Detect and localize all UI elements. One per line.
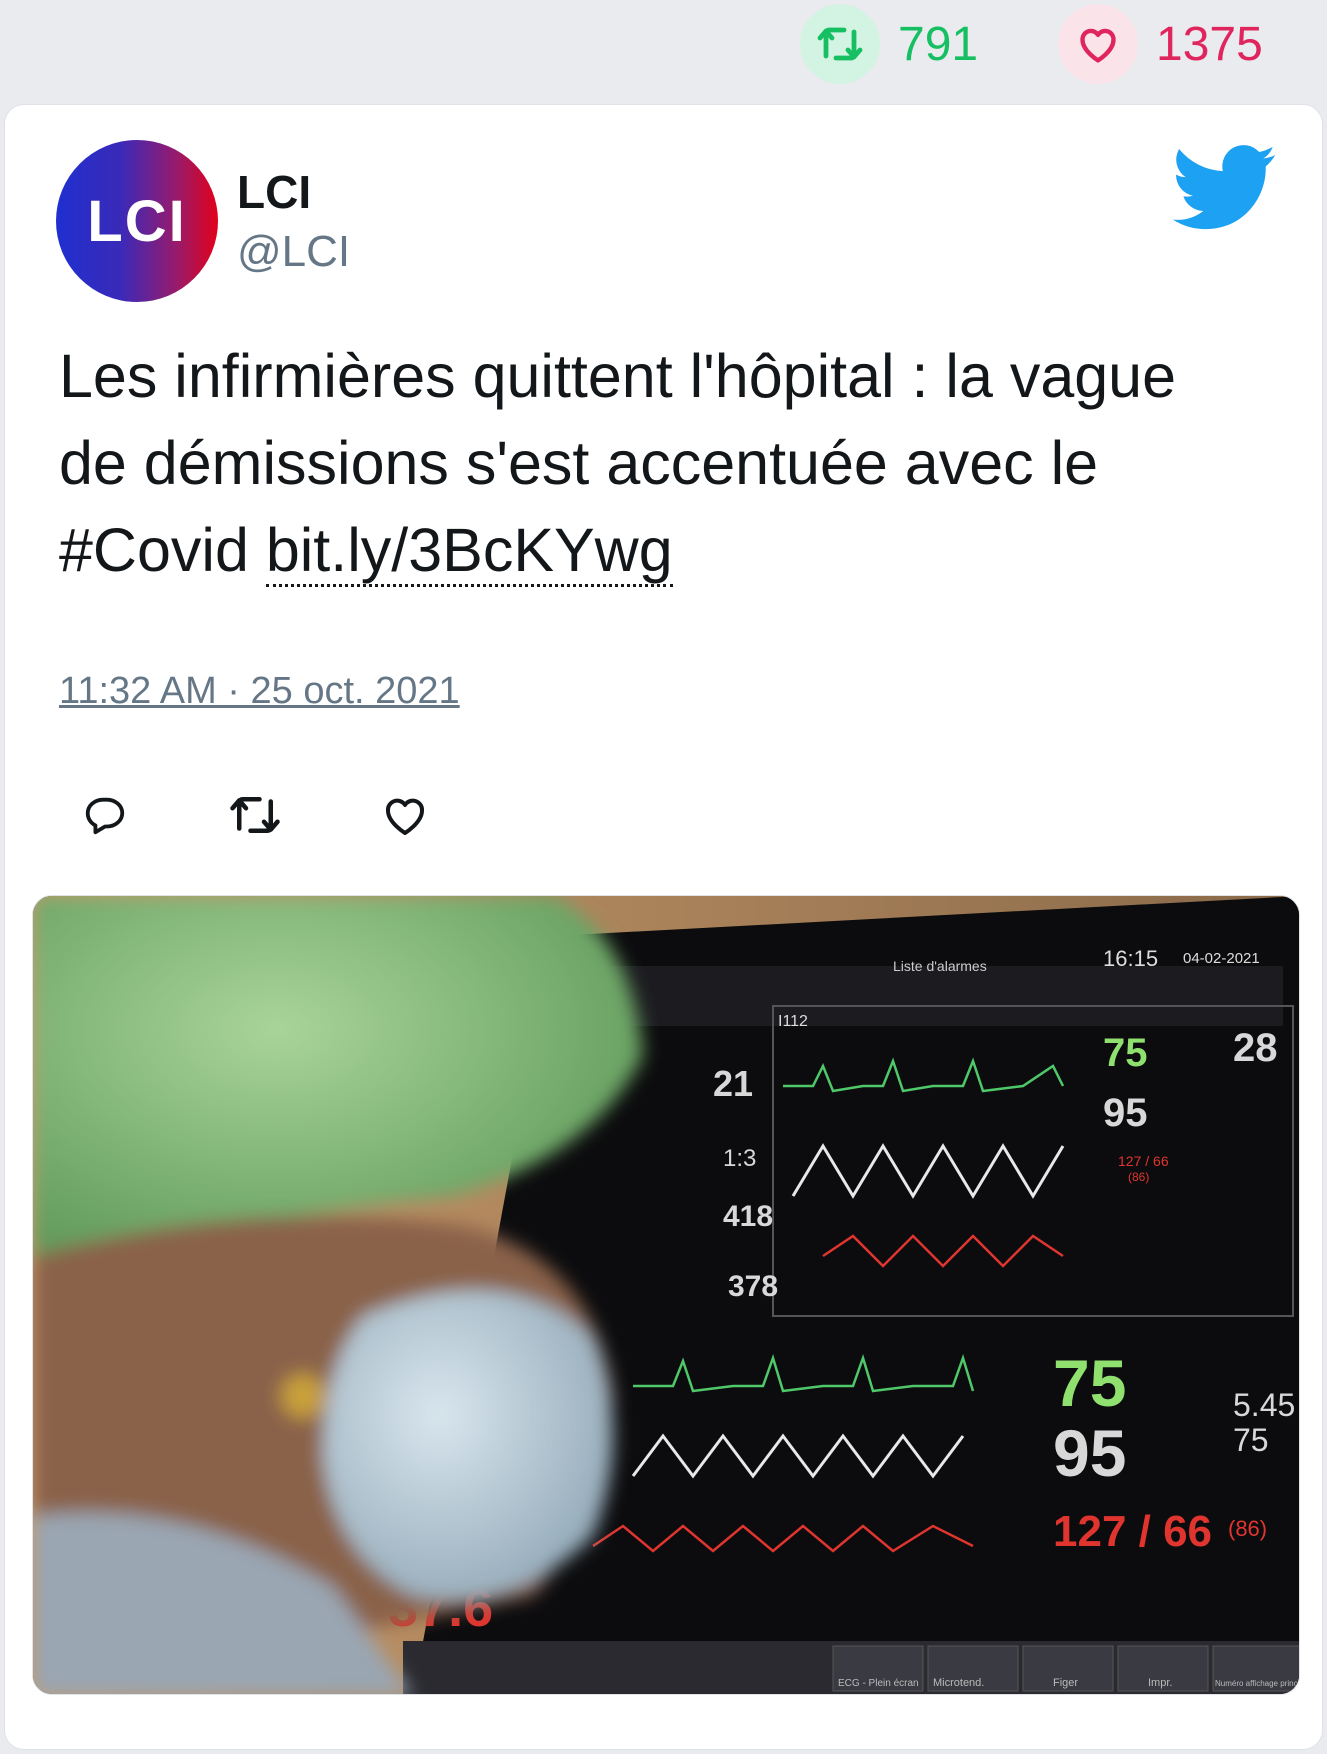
monitor-header-label: Liste d'alarmes xyxy=(893,958,987,974)
like-stat[interactable]: 1375 xyxy=(1058,4,1263,84)
monitor-button-ecg: ECG - Plein écran xyxy=(838,1678,919,1689)
tweet-timestamp[interactable]: 11:32 AM · 25 oct. 2021 xyxy=(59,670,460,713)
monitor-pa: 127 / 66 xyxy=(1053,1507,1212,1556)
tweet-link[interactable]: bit.ly/3BcKYwg xyxy=(265,516,673,587)
monitor-pa-top: 127 / 66 xyxy=(1118,1153,1169,1169)
monitor-date: 04-02-2021 xyxy=(1183,950,1260,967)
like-count: 1375 xyxy=(1156,17,1263,71)
tweet-text: Les infirmières quittent l'hôpital : la … xyxy=(59,333,1259,594)
monitor-button-impr: Impr. xyxy=(1148,1677,1172,1689)
monitor-photo-illustration: Liste d'alarmes 16:15 04-02-2021 I112 75… xyxy=(33,896,1300,1694)
monitor-pam-top: (86) xyxy=(1128,1170,1149,1184)
avatar-logo-text: LCI xyxy=(87,188,187,254)
monitor-pam: (86) xyxy=(1228,1516,1267,1541)
monitor-hr-top: 75 xyxy=(1103,1031,1148,1075)
tweet-actions xyxy=(75,785,435,845)
tweet-photo[interactable]: Liste d'alarmes 16:15 04-02-2021 I112 75… xyxy=(32,895,1300,1695)
author-name[interactable]: LCI xyxy=(237,165,311,219)
monitor-hr: 75 xyxy=(1053,1346,1126,1420)
reply-icon[interactable] xyxy=(75,785,135,845)
monitor-extra-2: 75 xyxy=(1233,1422,1269,1458)
tweet-card: LCI LCI @LCI Les infirmières quittent l'… xyxy=(4,104,1323,1750)
heart-icon[interactable] xyxy=(375,785,435,845)
retweet-icon[interactable] xyxy=(800,4,880,84)
monitor-extra-1: 5.45 xyxy=(1233,1387,1295,1423)
monitor-fio2: 378 xyxy=(728,1270,778,1303)
author-handle[interactable]: @LCI xyxy=(237,227,350,277)
avatar[interactable]: LCI xyxy=(56,140,218,302)
engagement-stats: 791 1375 xyxy=(0,0,1327,100)
monitor-button-bar: ECG - Plein écran Microtend. Figer Impr.… xyxy=(832,1645,1300,1692)
twitter-bird-icon[interactable] xyxy=(1173,143,1277,233)
retweet-stat[interactable]: 791 xyxy=(800,4,979,84)
monitor-spo2: 95 xyxy=(1053,1416,1126,1490)
retweet-icon[interactable] xyxy=(225,785,285,845)
monitor-time: 16:15 xyxy=(1103,946,1158,971)
heart-icon[interactable] xyxy=(1058,4,1138,84)
monitor-bed: I112 xyxy=(778,1013,808,1030)
monitor-ie-ratio: 1:3 xyxy=(723,1145,756,1172)
monitor-vt: 418 xyxy=(723,1200,773,1233)
monitor-resp-right: 28 xyxy=(1233,1026,1278,1070)
monitor-spo2-top: 95 xyxy=(1103,1091,1148,1135)
retweet-count: 791 xyxy=(898,17,979,71)
monitor-resp-left: 21 xyxy=(713,1063,753,1104)
monitor-button-numero: Numéro affichage principal xyxy=(1215,1679,1300,1688)
monitor-button-microtend: Microtend. xyxy=(933,1677,984,1689)
monitor-button-figer: Figer xyxy=(1053,1677,1078,1689)
